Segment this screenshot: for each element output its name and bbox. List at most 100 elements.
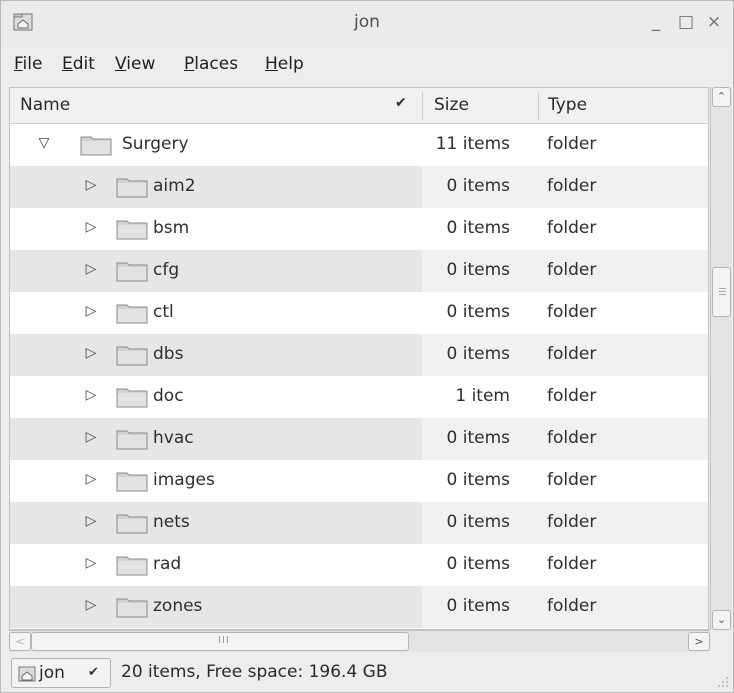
folder-size: 0 items [446, 512, 510, 532]
tree-row-9[interactable]: ▷ rad 0 items folder [10, 544, 708, 586]
scroll-left-icon[interactable]: < [9, 632, 31, 651]
column-separator[interactable] [422, 92, 423, 120]
expand-triangle-icon[interactable]: ▷ [83, 513, 99, 529]
menu-edit[interactable]: Edit [62, 54, 95, 74]
folder-type: folder [547, 386, 597, 406]
column-header-name[interactable]: Name [20, 95, 70, 115]
tree-row-6[interactable]: ▷ hvac 0 items folder [10, 418, 708, 460]
vertical-scroll-thumb[interactable] [712, 267, 731, 317]
folder-icon [116, 346, 148, 366]
horizontal-scroll-thumb[interactable]: III [31, 632, 409, 651]
folder-type: folder [547, 344, 597, 364]
folder-size: 0 items [446, 218, 510, 238]
folder-icon [116, 430, 148, 450]
tree-row-10[interactable]: ▷ zones 0 items folder [10, 586, 708, 628]
column-separator[interactable] [538, 92, 539, 120]
menu-bar: File Edit View Places Help [1, 47, 733, 87]
close-icon[interactable]: × [704, 13, 724, 31]
column-header-type[interactable]: Type [548, 95, 587, 115]
location-label: jon [39, 663, 65, 683]
window-title: jon [354, 12, 380, 32]
status-bar: jon ✔ 20 items, Free space: 196.4 GB [1, 654, 733, 692]
folder-name: hvac [153, 428, 194, 448]
folder-icon [116, 556, 148, 576]
tree-row-4[interactable]: ▷ dbs 0 items folder [10, 334, 708, 376]
expand-triangle-icon[interactable]: ▷ [83, 471, 99, 487]
scroll-up-icon[interactable]: ⌃ [712, 87, 731, 107]
tree-row-3[interactable]: ▷ ctl 0 items folder [10, 292, 708, 334]
location-button[interactable]: jon ✔ [11, 658, 111, 688]
folder-name: ctl [153, 302, 174, 322]
folder-size: 0 items [446, 302, 510, 322]
expand-triangle-icon[interactable]: ▷ [83, 387, 99, 403]
folder-size: 1 item [455, 386, 510, 406]
tree-row-1[interactable]: ▷ bsm 0 items folder [10, 208, 708, 250]
tree-row-0[interactable]: ▷ aim2 0 items folder [10, 166, 708, 208]
minimize-icon[interactable]: _ [646, 13, 666, 31]
vertical-scrollbar[interactable]: ⌃ ⌄ [710, 87, 732, 630]
folder-type: folder [547, 554, 597, 574]
expand-triangle-icon[interactable]: ▷ [83, 303, 99, 319]
chevron-down-icon: ✔ [88, 665, 99, 680]
expand-triangle-icon[interactable]: ▷ [83, 261, 99, 277]
tree-row-5[interactable]: ▷ doc 1 item folder [10, 376, 708, 418]
menu-view[interactable]: View [115, 54, 155, 74]
folder-type: folder [547, 176, 597, 196]
collapse-triangle-icon[interactable]: ▽ [36, 135, 52, 151]
tree-row-7[interactable]: ▷ images 0 items folder [10, 460, 708, 502]
column-header-row: Name ✔ Size Type [10, 88, 708, 124]
folder-name: nets [153, 512, 190, 532]
folder-size: 0 items [446, 428, 510, 448]
expand-triangle-icon[interactable]: ▷ [83, 345, 99, 361]
folder-name: cfg [153, 260, 180, 280]
sort-chevron-icon[interactable]: ✔ [395, 95, 407, 111]
maximize-icon[interactable]: □ [676, 13, 696, 31]
title-bar[interactable]: jon _ □ × [1, 1, 733, 47]
folder-icon [116, 514, 148, 534]
folder-size: 0 items [446, 554, 510, 574]
folder-icon [116, 262, 148, 282]
folder-size: 0 items [446, 344, 510, 364]
folder-icon [116, 220, 148, 240]
column-header-size[interactable]: Size [434, 95, 469, 115]
status-info: 20 items, Free space: 196.4 GB [121, 662, 388, 682]
folder-icon [116, 472, 148, 492]
folder-type: folder [547, 260, 597, 280]
expand-triangle-icon[interactable]: ▷ [83, 555, 99, 571]
folder-size: 0 items [446, 596, 510, 616]
folder-icon [116, 598, 148, 618]
tree-row-2[interactable]: ▷ cfg 0 items folder [10, 250, 708, 292]
folder-icon [116, 388, 148, 408]
folder-icon [116, 304, 148, 324]
folder-name: dbs [153, 344, 184, 364]
folder-name: zones [153, 596, 203, 616]
menu-places[interactable]: Places [184, 54, 238, 74]
folder-size: 0 items [446, 470, 510, 490]
folder-name: Surgery [122, 134, 189, 154]
expand-triangle-icon[interactable]: ▷ [83, 597, 99, 613]
menu-help[interactable]: Help [265, 54, 304, 74]
expand-triangle-icon[interactable]: ▷ [83, 429, 99, 445]
folder-size: 0 items [446, 260, 510, 280]
tree-row-8[interactable]: ▷ nets 0 items folder [10, 502, 708, 544]
tree-row-surgery[interactable]: ▽ Surgery 11 items folder [10, 124, 708, 166]
menu-file[interactable]: File [14, 54, 42, 74]
scroll-right-icon[interactable]: > [688, 632, 710, 651]
folder-type: folder [547, 134, 597, 154]
folder-type: folder [547, 470, 597, 490]
folder-name: doc [153, 386, 184, 406]
folder-icon [116, 178, 148, 198]
folder-size: 11 items [435, 134, 510, 154]
expand-triangle-icon[interactable]: ▷ [83, 177, 99, 193]
folder-name: aim2 [153, 176, 196, 196]
folder-type: folder [547, 302, 597, 322]
home-folder-icon [18, 666, 36, 682]
folder-type: folder [547, 428, 597, 448]
expand-triangle-icon[interactable]: ▷ [83, 219, 99, 235]
folder-type: folder [547, 596, 597, 616]
scroll-down-icon[interactable]: ⌄ [712, 610, 731, 630]
horizontal-scrollbar[interactable]: < III > [9, 630, 710, 652]
file-tree-view[interactable]: Name ✔ Size Type ▽ Surgery 11 items fold… [9, 87, 709, 630]
resize-grip-icon[interactable] [715, 674, 729, 688]
folder-size: 0 items [446, 176, 510, 196]
